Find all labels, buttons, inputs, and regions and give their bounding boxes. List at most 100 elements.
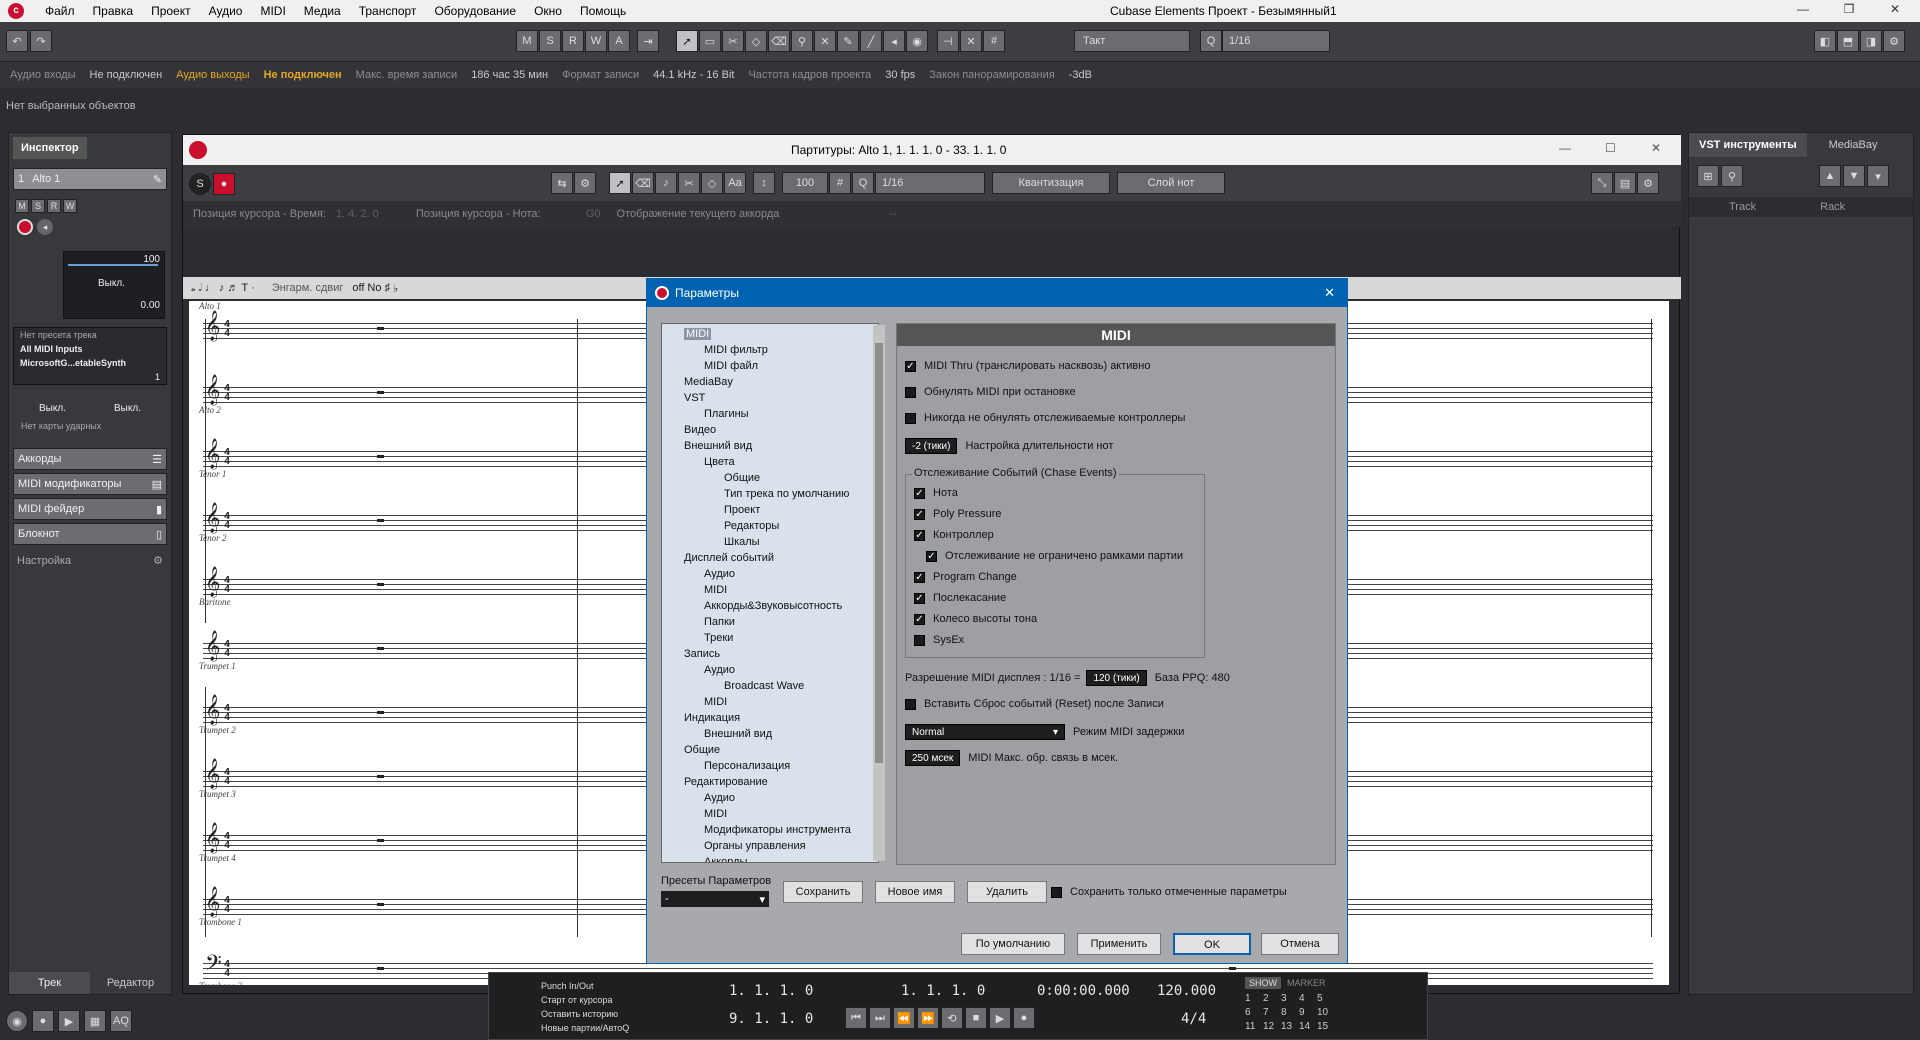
marker-button[interactable]: 10 xyxy=(1317,1007,1328,1018)
play-icon[interactable]: ▶ xyxy=(989,1007,1011,1029)
sharp-icon[interactable]: ♯ xyxy=(384,282,390,294)
tree-item[interactable]: Broadcast Wave xyxy=(724,680,804,692)
tree-item[interactable]: MediaBay xyxy=(684,376,733,388)
marker-button[interactable]: 7 xyxy=(1263,1007,1269,1018)
tree-item[interactable]: MIDI фильтр xyxy=(704,344,768,356)
midi-input[interactable]: All MIDI Inputs xyxy=(14,342,166,356)
autoscroll-icon[interactable]: ⇥ xyxy=(637,30,659,52)
marker-button[interactable]: 11 xyxy=(1245,1021,1255,1032)
move-up-icon[interactable]: ▲ xyxy=(1819,165,1841,187)
left-locator[interactable]: 1. 1. 1. 0 xyxy=(729,983,813,999)
tree-item[interactable]: VST xyxy=(684,392,705,404)
tree-item[interactable]: MIDI xyxy=(684,328,712,340)
tree-item[interactable]: Редакторы xyxy=(724,520,779,532)
track-name-row[interactable]: 1 Alto 1 ✎ xyxy=(13,168,167,190)
delete-preset-button[interactable]: Удалить xyxy=(967,881,1047,903)
settings-icon[interactable]: ⚙ xyxy=(1883,30,1905,52)
edit-icon[interactable]: ✎ xyxy=(153,173,162,186)
mute-button[interactable]: M xyxy=(15,199,29,213)
tree-item[interactable]: Дисплей событий xyxy=(684,552,774,564)
tab-vst-instruments[interactable]: VST инструменты xyxy=(1689,133,1807,157)
defaults-button[interactable]: По умолчанию xyxy=(961,933,1065,955)
chase-not-limited-checkbox[interactable]: ✓ Отслеживание не ограничено рамками парт… xyxy=(926,550,1183,562)
marker-button[interactable]: 15 xyxy=(1317,1021,1328,1032)
chords-section[interactable]: Аккорды ☰ xyxy=(13,448,167,470)
menu-window[interactable]: Окно xyxy=(525,4,571,18)
tree-item[interactable]: Органы управления xyxy=(704,840,806,852)
velocity-field[interactable]: 100 xyxy=(782,172,828,194)
marker-button[interactable]: 13 xyxy=(1281,1021,1292,1032)
rename-preset-button[interactable]: Новое имя xyxy=(875,881,955,903)
marker-button[interactable]: 3 xyxy=(1281,993,1287,1004)
marker-button[interactable]: 4 xyxy=(1299,993,1305,1004)
solo-button[interactable]: S xyxy=(31,199,45,213)
record-icon[interactable]: ● xyxy=(1013,1007,1035,1029)
dot-icon[interactable]: · xyxy=(251,282,255,294)
tree-item[interactable]: MIDI xyxy=(704,808,727,820)
write-mode-button[interactable]: W xyxy=(585,30,607,52)
save-preset-button[interactable]: Сохранить xyxy=(783,881,863,903)
position-time[interactable]: 0:00:00.000 xyxy=(1037,983,1130,999)
tree-item[interactable]: Аудио xyxy=(704,568,735,580)
go-to-start-icon[interactable]: ⏮ xyxy=(845,1007,867,1029)
record-format-value[interactable]: 44.1 kHz - 16 Bit xyxy=(653,69,734,81)
dialog-close-icon[interactable]: ✕ xyxy=(1324,285,1335,301)
latency-mode-select[interactable]: Normal ▾ xyxy=(905,724,1065,740)
tree-item[interactable]: Персонализация xyxy=(704,760,790,772)
chase-program-checkbox[interactable]: ✓ Program Change xyxy=(914,571,1017,583)
tempo[interactable]: 120.000 xyxy=(1157,983,1216,999)
tree-item[interactable]: Внешний вид xyxy=(684,440,752,452)
marker-button[interactable]: 12 xyxy=(1263,1021,1274,1032)
whole-rest[interactable] xyxy=(377,839,384,842)
notepad-section[interactable]: Блокнот ▯ xyxy=(13,523,167,545)
menu-media[interactable]: Медиа xyxy=(295,4,350,18)
midi-fader-section[interactable]: MIDI фейдер ▮ xyxy=(13,498,167,520)
marker-button[interactable]: 14 xyxy=(1299,1021,1310,1032)
auto-mode-button[interactable]: A xyxy=(608,30,630,52)
expand-icon[interactable]: ⤡ xyxy=(1591,172,1613,194)
gear-icon[interactable]: ⚙ xyxy=(153,554,163,567)
program-select[interactable]: Выкл. xyxy=(114,403,141,414)
flat-icon[interactable]: ♭ xyxy=(393,282,398,295)
color-tool-icon[interactable]: ◉ xyxy=(906,30,928,52)
search-icon[interactable]: ⚲ xyxy=(1721,165,1743,187)
markers-show-button[interactable]: SHOW xyxy=(1245,977,1281,989)
tree-scrollbar[interactable] xyxy=(873,325,885,861)
quarter-note-icon[interactable]: ♩ xyxy=(205,282,216,294)
menu-project[interactable]: Проект xyxy=(142,4,200,18)
whole-rest[interactable] xyxy=(377,327,384,330)
stop-icon[interactable]: ■ xyxy=(965,1007,987,1029)
quantize-select[interactable]: Q 1/16 xyxy=(1200,30,1330,52)
sixteenth-note-icon[interactable]: ♬ xyxy=(227,282,238,294)
preset-select[interactable]: - ▾ xyxy=(661,891,769,907)
redo-icon[interactable]: ↷ xyxy=(30,30,52,52)
marker-button[interactable]: 2 xyxy=(1263,993,1269,1004)
options-icon[interactable]: ▾ xyxy=(1867,165,1889,187)
tree-item[interactable]: MIDI файл xyxy=(704,360,758,372)
cycle-icon[interactable]: ⟲ xyxy=(941,1007,963,1029)
whole-rest[interactable] xyxy=(377,647,384,650)
settings-icon[interactable]: ⚙ xyxy=(1637,172,1659,194)
tree-item[interactable]: Индикация xyxy=(684,712,740,724)
save-only-checked-checkbox[interactable]: Сохранить только отмеченные параметры xyxy=(1051,886,1287,898)
tree-item[interactable]: Общие xyxy=(684,744,720,756)
go-to-end-icon[interactable]: ⏭ xyxy=(869,1007,891,1029)
maximize-icon[interactable]: ☐ xyxy=(1605,141,1616,155)
tree-item[interactable]: Шкалы xyxy=(724,536,760,548)
menu-audio[interactable]: Аудио xyxy=(200,4,252,18)
whole-rest[interactable] xyxy=(377,455,384,458)
layout-right-icon[interactable]: ◨ xyxy=(1860,30,1882,52)
time-signature[interactable]: 4/4 xyxy=(1181,1011,1206,1027)
tree-item[interactable]: Цвета xyxy=(704,456,735,468)
tab-track[interactable]: Трек xyxy=(9,972,90,994)
tree-item[interactable]: Проект xyxy=(724,504,760,516)
apply-button[interactable]: Применить xyxy=(1077,933,1161,955)
track-header[interactable]: Track xyxy=(1729,201,1756,213)
rewind-icon[interactable]: ⏪ xyxy=(893,1007,915,1029)
new-parts-autoq[interactable]: Новые партии/АвтоQ xyxy=(541,1021,629,1035)
zoom-tool-icon[interactable]: ⚲ xyxy=(791,30,813,52)
enharm-no-button[interactable]: No xyxy=(367,282,381,294)
range-tool-icon[interactable]: ▭ xyxy=(699,30,721,52)
right-locator[interactable]: 9. 1. 1. 0 xyxy=(729,1011,813,1027)
record-in-editor-icon[interactable]: ● xyxy=(213,173,235,195)
